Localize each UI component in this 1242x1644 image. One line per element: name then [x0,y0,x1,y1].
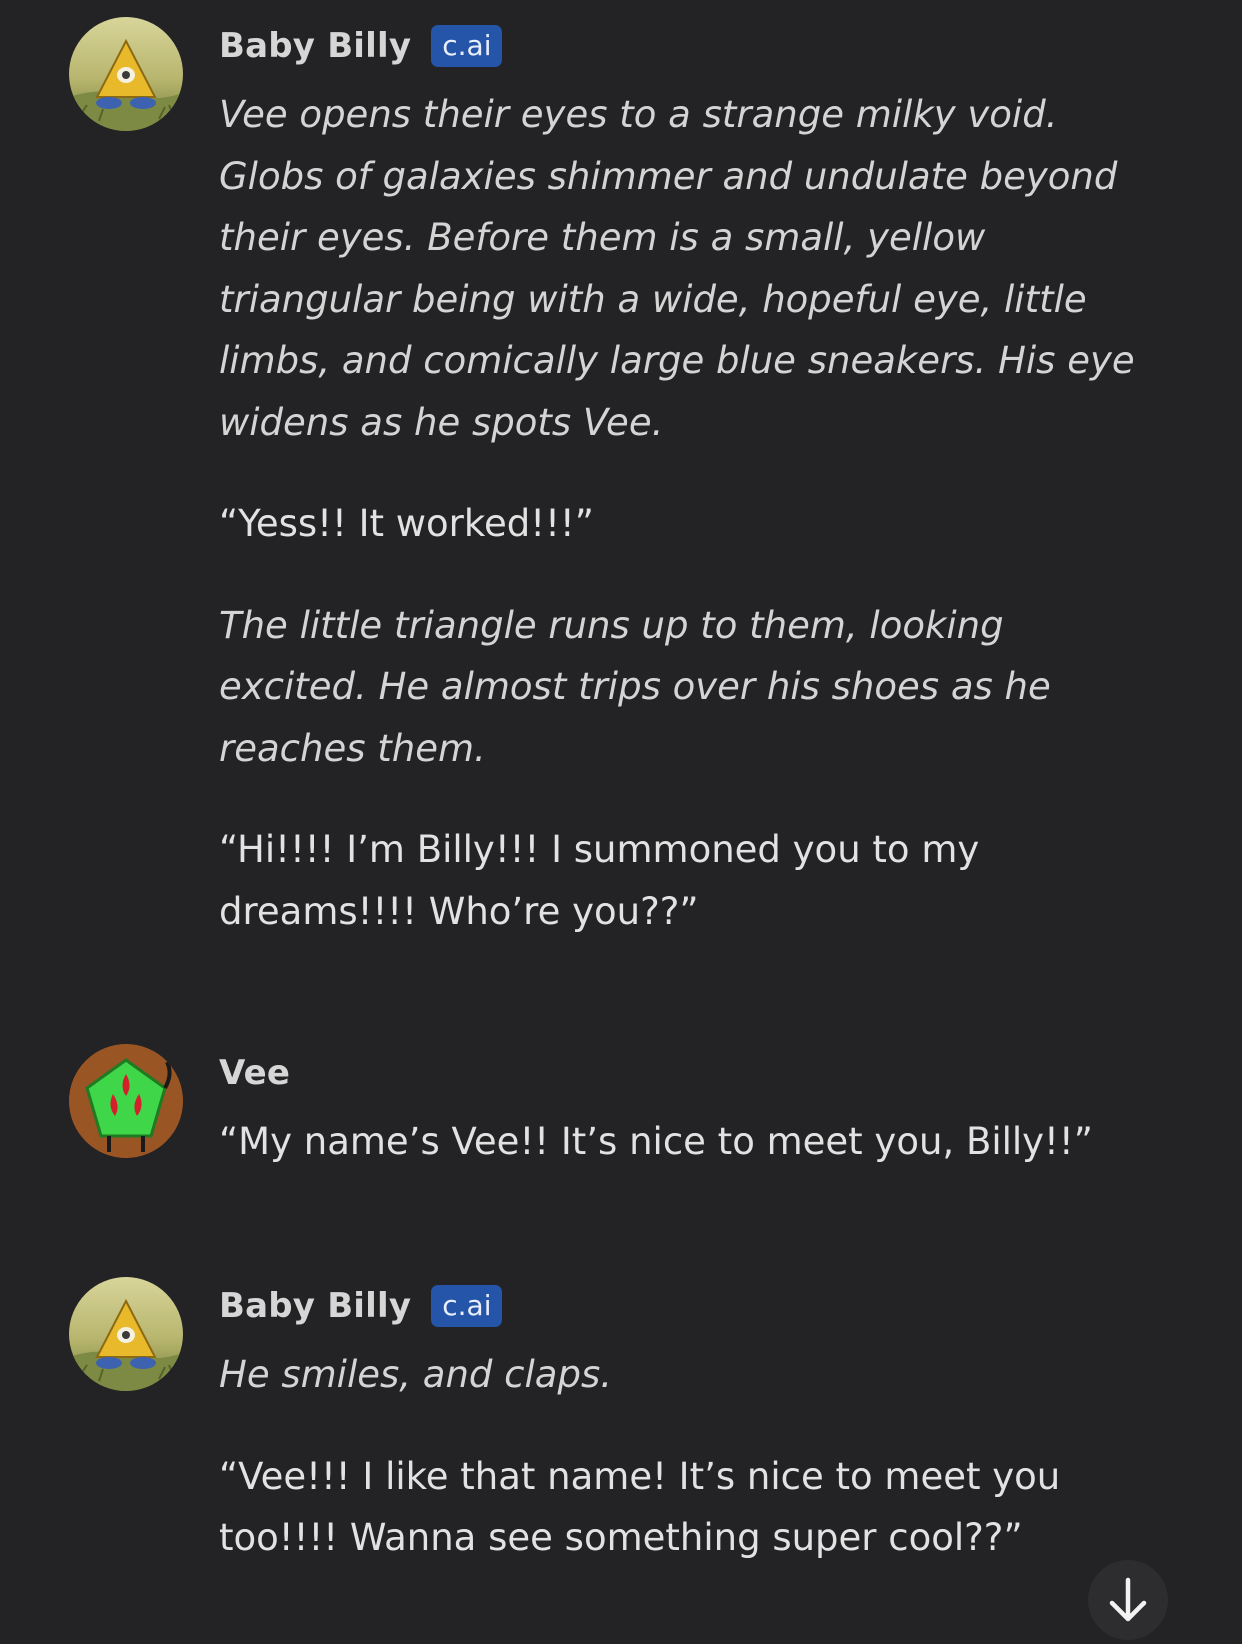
yellow-triangle-character-avatar [69,17,183,131]
scroll-to-bottom-button[interactable] [1088,1560,1168,1640]
dialogue-paragraph: “Hi!!!! I’m Billy!!! I summoned you to m… [219,828,980,933]
action-paragraph: He smiles, and claps. [219,1353,612,1396]
dialogue-paragraph: “Yess!! It worked!!!” [219,502,594,545]
message-header: Baby Billy c.ai [219,1282,503,1330]
author-name[interactable]: Baby Billy [219,26,411,66]
author-name[interactable]: Vee [219,1053,290,1093]
dialogue-paragraph: “Vee!!! I like that name! It’s nice to m… [219,1454,1061,1560]
action-paragraph: Vee opens their eyes to a strange milky … [219,93,1135,444]
green-pentagon-character-avatar [69,1044,183,1158]
author-name[interactable]: Baby Billy [219,1286,411,1326]
yellow-triangle-character-avatar [69,1277,183,1391]
avatar[interactable] [69,1044,183,1158]
message-header: Baby Billy c.ai [219,22,503,70]
action-paragraph: The little triangle runs up to them, loo… [219,603,1051,770]
avatar[interactable] [69,1277,183,1391]
cai-badge: c.ai [431,25,503,67]
arrow-down-icon [1109,1577,1147,1622]
message-body: Vee opens their eyes to a strange milky … [219,84,1149,942]
dialogue-paragraph: “My name’s Vee!! It’s nice to meet you, … [219,1120,1093,1163]
message-body: He smiles, and claps. “Vee!!! I like tha… [219,1344,1149,1569]
message-header: Vee [219,1049,290,1097]
avatar[interactable] [69,17,183,131]
cai-badge: c.ai [431,1285,503,1327]
message-body: “My name’s Vee!! It’s nice to meet you, … [219,1111,1149,1173]
